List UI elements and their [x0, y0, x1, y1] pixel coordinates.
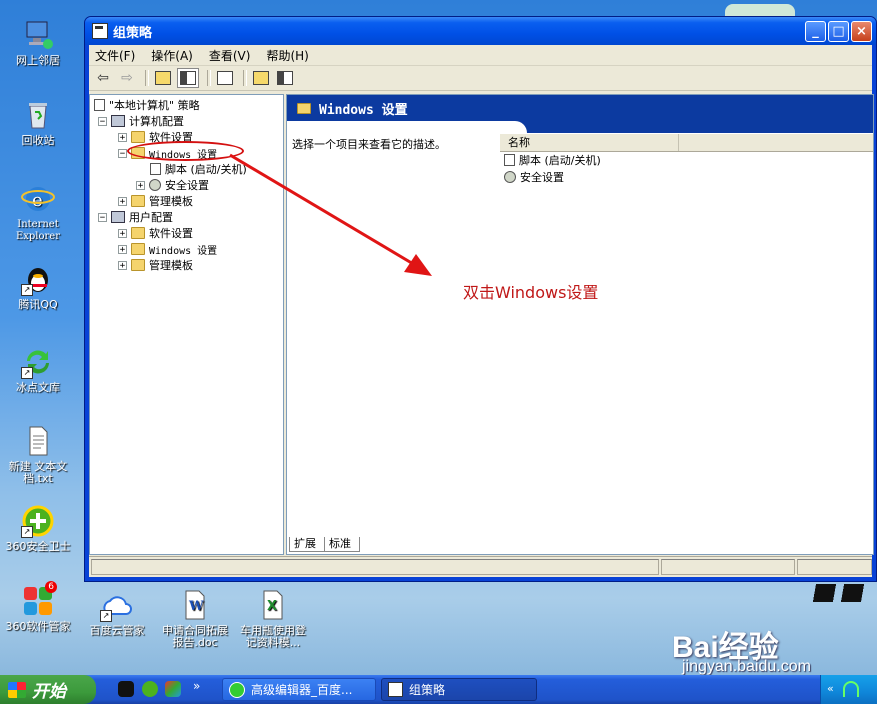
software-manager-quicklaunch-icon[interactable] [165, 681, 181, 697]
task-advanced-editor[interactable]: 高级编辑器_百度... [222, 678, 376, 701]
annotation-arrow [229, 153, 432, 276]
group-policy-icon [388, 682, 403, 697]
system-tray: « [820, 675, 877, 704]
task-group-policy[interactable]: 组策略 [381, 678, 537, 701]
watermark-url: jingyan.baidu.com [682, 658, 811, 675]
windows-flag-icon [8, 681, 26, 698]
annotation-text: 双击Windows设置 [463, 283, 599, 302]
browser-icon [229, 681, 245, 698]
taskbar: 开始 » 高级编辑器_百度... 组策略 S « [0, 675, 877, 704]
qq-quicklaunch-icon[interactable] [118, 681, 134, 697]
wifi-icon[interactable] [843, 681, 859, 697]
start-button[interactable]: 开始 [0, 675, 96, 704]
task-label: 组策略 [409, 683, 446, 697]
task-label: 高级编辑器_百度... [251, 683, 353, 697]
quicklaunch-more-button[interactable]: » [193, 679, 200, 693]
start-label: 开始 [32, 682, 66, 702]
tray-expand-icon[interactable]: « [827, 682, 834, 695]
360-quicklaunch-icon[interactable] [142, 681, 158, 697]
